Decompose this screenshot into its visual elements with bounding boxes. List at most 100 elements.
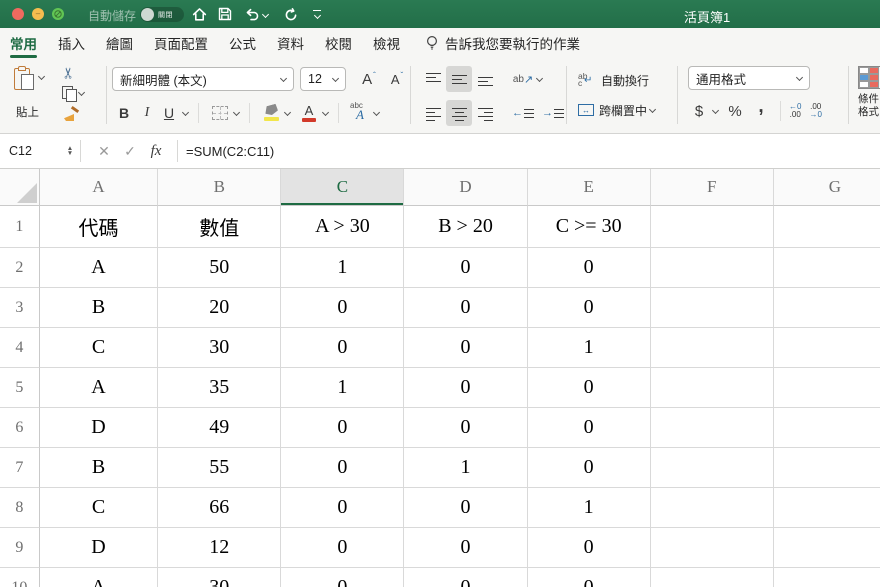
phonetic-guide-button[interactable]: abc A [349,100,371,126]
cell-D7[interactable]: 1 [404,448,527,488]
cell-B9[interactable]: 12 [158,528,281,568]
cell-E10[interactable]: 0 [528,568,651,587]
row-header-10[interactable]: 10 [0,568,40,587]
borders-button[interactable] [209,100,231,126]
bold-button[interactable]: B [112,100,136,126]
redo-button[interactable] [282,5,300,23]
undo-button[interactable] [243,5,269,23]
cell-D8[interactable]: 0 [404,488,527,528]
cell-C5[interactable]: 1 [281,368,404,408]
align-top-button[interactable] [420,66,446,92]
cell-F6[interactable] [651,408,774,448]
cell-B6[interactable]: 49 [158,408,281,448]
cell-G10[interactable] [774,568,880,587]
cell-D6[interactable]: 0 [404,408,527,448]
number-format-select[interactable]: 通用格式 [688,66,810,90]
cell-A6[interactable]: D [40,408,158,448]
orientation-dropdown-chevron-icon[interactable] [536,74,543,81]
column-header-B[interactable]: B [158,169,281,206]
cell-B3[interactable]: 20 [158,288,281,328]
cell-A4[interactable]: C [40,328,158,368]
cell-E8[interactable]: 1 [528,488,651,528]
zoom-window-button[interactable] [52,8,64,20]
cancel-button[interactable]: ✕ [91,143,117,160]
font-name-select[interactable]: 新細明體 (本文) [112,67,294,91]
cell-B1[interactable]: 數值 [158,206,281,248]
row-header-6[interactable]: 6 [0,408,40,448]
cell-G5[interactable] [774,368,880,408]
home-button[interactable] [190,5,208,23]
row-header-4[interactable]: 4 [0,328,40,368]
cell-F5[interactable] [651,368,774,408]
cell-F3[interactable] [651,288,774,328]
cut-button[interactable]: ✂ [59,67,77,80]
cell-D4[interactable]: 0 [404,328,527,368]
cell-C6[interactable]: 0 [281,408,404,448]
cell-E1[interactable]: C >= 30 [528,206,651,248]
ribbon-tab-繪圖[interactable]: 繪圖 [106,27,133,60]
cell-F7[interactable] [651,448,774,488]
undo-dropdown-chevron-icon[interactable] [262,10,269,17]
cell-A5[interactable]: A [40,368,158,408]
cell-F4[interactable] [651,328,774,368]
name-box-stepper[interactable]: ▲ ▼ [62,146,78,156]
row-header-2[interactable]: 2 [0,248,40,288]
increase-font-size-button[interactable]: A ˆ [358,66,380,92]
underline-dropdown-chevron-icon[interactable] [182,108,189,115]
paste-button[interactable] [14,66,44,92]
currency-dropdown-chevron-icon[interactable] [712,106,719,113]
align-center-button[interactable] [446,100,472,126]
cell-A10[interactable]: A [40,568,158,587]
cell-E7[interactable]: 0 [528,448,651,488]
orientation-button[interactable]: ab ↗ [512,66,534,92]
cell-G7[interactable] [774,448,880,488]
cell-D2[interactable]: 0 [404,248,527,288]
cell-D3[interactable]: 0 [404,288,527,328]
name-box[interactable]: C12 [0,134,62,168]
cell-C4[interactable]: 0 [281,328,404,368]
cell-G9[interactable] [774,528,880,568]
align-middle-button[interactable] [446,66,472,92]
cell-D1[interactable]: B > 20 [404,206,527,248]
cell-B8[interactable]: 66 [158,488,281,528]
row-header-7[interactable]: 7 [0,448,40,488]
cell-G1[interactable] [774,206,880,248]
column-header-A[interactable]: A [40,169,158,206]
cell-B10[interactable]: 30 [158,568,281,587]
align-left-button[interactable] [420,100,446,126]
cell-A9[interactable]: D [40,528,158,568]
cell-G3[interactable] [774,288,880,328]
cell-D10[interactable]: 0 [404,568,527,587]
ribbon-tab-公式[interactable]: 公式 [229,27,256,60]
cell-A2[interactable]: A [40,248,158,288]
cell-C10[interactable]: 0 [281,568,404,587]
cell-F2[interactable] [651,248,774,288]
cell-E4[interactable]: 1 [528,328,651,368]
save-button[interactable] [216,5,234,23]
insert-function-button[interactable]: fx [143,143,169,160]
cell-C2[interactable]: 1 [281,248,404,288]
row-header-3[interactable]: 3 [0,288,40,328]
ribbon-tab-常用[interactable]: 常用 [10,27,37,60]
cell-C9[interactable]: 0 [281,528,404,568]
cell-B7[interactable]: 55 [158,448,281,488]
cell-E9[interactable]: 0 [528,528,651,568]
borders-dropdown-chevron-icon[interactable] [233,108,240,115]
formula-input[interactable]: =SUM(C2:C11) [186,144,274,159]
cell-G8[interactable] [774,488,880,528]
cell-G4[interactable] [774,328,880,368]
increase-decimal-button[interactable]: ←0 .00 [789,103,801,119]
format-painter-button[interactable] [62,108,80,124]
fill-color-button[interactable] [260,100,282,126]
row-header-8[interactable]: 8 [0,488,40,528]
cell-F10[interactable] [651,568,774,587]
row-header-9[interactable]: 9 [0,528,40,568]
customize-quick-access-button[interactable] [308,5,326,23]
autosave-toggle[interactable]: 關閉 [140,7,184,22]
cell-C7[interactable]: 0 [281,448,404,488]
cell-B2[interactable]: 50 [158,248,281,288]
cell-A7[interactable]: B [40,448,158,488]
cell-A3[interactable]: B [40,288,158,328]
decrease-indent-button[interactable]: ← [512,100,534,126]
cell-B5[interactable]: 35 [158,368,281,408]
